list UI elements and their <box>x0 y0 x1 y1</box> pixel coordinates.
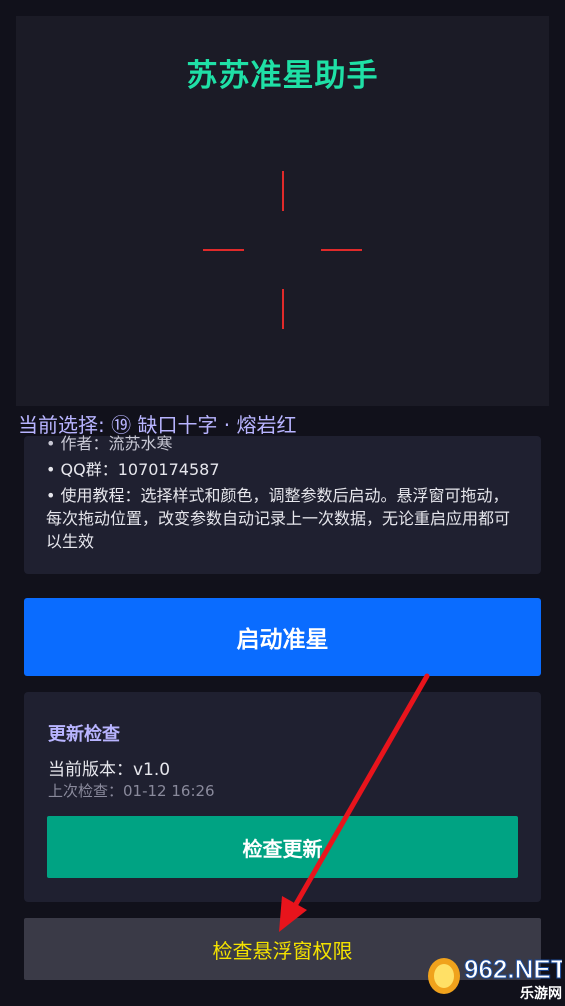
check-update-button[interactable]: 检查更新 <box>47 816 518 878</box>
start-crosshair-button[interactable]: 启动准星 <box>24 598 541 676</box>
watermark-logo: 962.NET 乐游网 <box>424 950 565 1002</box>
current-selection: 当前选择: ⑲ 缺口十字 · 熔岩红 <box>18 413 297 437</box>
svg-text:乐游网: 乐游网 <box>520 985 562 1002</box>
tutorial-text: • 使用教程：选择样式和颜色，调整参数后启动。悬浮窗可拖动，每次拖动位置，改变参… <box>46 486 511 551</box>
crosshair-top-line <box>282 171 284 211</box>
qq-group-text: • QQ群：1070174587 <box>46 460 220 479</box>
update-title: 更新检查 <box>48 724 120 745</box>
app-title: 苏苏准星助手 <box>186 58 379 94</box>
svg-text:962.NET: 962.NET <box>464 954 562 984</box>
update-card: 更新检查 当前版本：v1.0 上次检查：01-12 16:26 检查更新 <box>24 692 541 902</box>
crosshair-left-line <box>203 249 244 251</box>
current-version: 当前版本：v1.0 <box>48 760 171 780</box>
info-card: • 作者：流苏水寒 • QQ群：1070174587 • 使用教程：选择样式和颜… <box>24 434 541 574</box>
crosshair-bottom-line <box>282 289 284 329</box>
crosshair-preview: 苏苏准星助手 <box>16 16 549 406</box>
last-check-time: 上次检查：01-12 16:26 <box>48 782 215 800</box>
crosshair-right-line <box>321 249 362 251</box>
